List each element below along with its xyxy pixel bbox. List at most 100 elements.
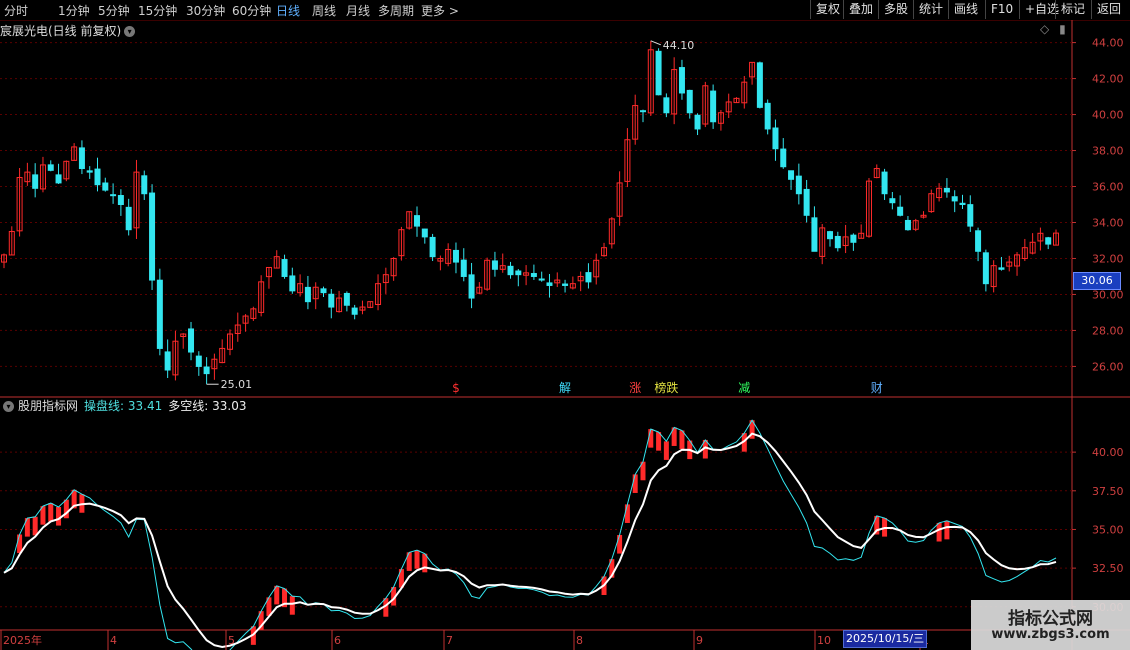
candle-body <box>47 164 54 171</box>
candle-body <box>795 175 802 195</box>
event-marker-5: 财 <box>871 381 883 395</box>
timeframe-4[interactable]: 30分钟 <box>186 2 225 19</box>
line2-value: 33.03 <box>212 399 247 413</box>
candle-body <box>663 97 670 114</box>
indicator-bar <box>663 441 669 460</box>
timeframe-0[interactable]: 分时 <box>4 2 28 19</box>
event-marker-3: 榜跌 <box>654 380 678 395</box>
candle-body <box>834 235 841 249</box>
date-label-6: 9 <box>696 634 703 647</box>
toolbar-button-7[interactable]: 标记 <box>1055 0 1090 19</box>
indicator-y-tick-label: 37.50 <box>1092 485 1124 498</box>
y-tick-label: 26.00 <box>1092 360 1124 373</box>
candle-body <box>55 174 62 184</box>
toolbar-button-5[interactable]: F10 <box>985 0 1018 19</box>
y-tick-label: 34.00 <box>1092 216 1124 229</box>
y-tick-label: 32.00 <box>1092 252 1124 265</box>
candle-body <box>889 198 896 204</box>
date-label-0: 2025年 <box>3 633 42 647</box>
toolbar-button-0[interactable]: 复权 <box>810 0 845 19</box>
candle-body <box>110 194 117 197</box>
candle-body <box>710 90 717 123</box>
candle-body <box>507 265 514 276</box>
timeframe-3[interactable]: 15分钟 <box>138 2 177 19</box>
candle-body <box>538 278 545 281</box>
diamond-icon[interactable]: ◇ <box>1040 22 1049 36</box>
candle-body <box>764 102 771 130</box>
candle-body <box>998 267 1005 270</box>
watermark-title: 指标公式网 <box>1008 609 1093 629</box>
line1-label: 操盘线: <box>84 399 125 413</box>
indicator-name: 股朋指标网 <box>18 399 79 413</box>
date-label-1: 4 <box>110 634 117 647</box>
candle-body <box>639 110 646 113</box>
indicator-bar <box>32 516 38 536</box>
candle-body <box>117 195 124 206</box>
high-marker-line <box>650 40 661 46</box>
candle-body <box>827 231 834 240</box>
timeframe-9[interactable]: 多周期 <box>378 2 414 19</box>
candle-body <box>515 270 522 276</box>
toolbar-button-8[interactable]: 返回 <box>1091 0 1126 19</box>
candle-body <box>943 187 950 193</box>
timeframe-5[interactable]: 60分钟 <box>232 2 271 19</box>
indicator-bar <box>56 507 62 526</box>
indicator-y-tick-label: 32.50 <box>1092 562 1124 575</box>
candle-body <box>188 328 195 353</box>
timeframe-1[interactable]: 1分钟 <box>58 2 90 19</box>
y-tick-label: 40.00 <box>1092 109 1124 122</box>
y-tick-label: 36.00 <box>1092 181 1124 194</box>
candle-body <box>546 282 553 286</box>
candle-body <box>78 147 85 170</box>
indicator-bar <box>944 520 950 540</box>
y-tick-label: 42.00 <box>1092 73 1124 86</box>
candle-body <box>304 286 311 303</box>
toolbar-button-4[interactable]: 画线 <box>948 0 983 19</box>
timeframe-2[interactable]: 5分钟 <box>98 2 130 19</box>
candle-body <box>343 292 350 306</box>
y-tick-label: 38.00 <box>1092 145 1124 158</box>
candle-body <box>351 307 358 315</box>
indicator-bar <box>624 504 630 523</box>
line2-label: 多空线: <box>168 399 209 413</box>
panel-icons: ◇ ▮ <box>1040 22 1066 36</box>
candle-body <box>289 275 296 292</box>
toolbar-button-2[interactable]: 多股 <box>878 0 913 19</box>
timeframe-8[interactable]: 月线 <box>346 2 370 19</box>
stock-title-row: 宸展光电(日线 前复权) ▾ <box>0 22 136 39</box>
current-price-tag: 30.06 <box>1073 272 1121 290</box>
panel-menu-icon[interactable]: ▮ <box>1059 22 1066 36</box>
candle-body <box>850 234 857 243</box>
candle-body <box>149 192 156 281</box>
chevron-down-icon[interactable]: ▾ <box>3 401 14 412</box>
date-label-5: 8 <box>576 634 583 647</box>
candle-body <box>897 206 904 216</box>
candle-body <box>959 202 966 206</box>
candle-body <box>881 171 888 195</box>
timeframe-10[interactable]: 更多 > <box>421 2 459 19</box>
timeframe-6[interactable]: 日线 <box>276 2 300 19</box>
candle-body <box>203 366 210 375</box>
timeframe-7[interactable]: 周线 <box>312 2 336 19</box>
watermark-url: www.zbgs3.com <box>991 627 1110 642</box>
candle-body <box>904 219 911 231</box>
candle-body <box>530 273 537 277</box>
candle-body <box>491 260 498 270</box>
indicator-bar <box>289 596 295 615</box>
candle-body <box>414 215 421 227</box>
toolbar-button-1[interactable]: 叠加 <box>843 0 878 19</box>
high-price-label: 44.10 <box>663 39 695 52</box>
toolbar-button-3[interactable]: 统计 <box>913 0 948 19</box>
candle-body <box>951 196 958 202</box>
event-marker-1: 解 <box>559 381 571 395</box>
indicator-bar <box>632 474 638 493</box>
candle-body <box>156 279 163 349</box>
candle-body <box>694 114 701 130</box>
chevron-down-icon[interactable]: ▾ <box>124 26 136 37</box>
candle-body <box>452 249 459 263</box>
chart-area[interactable]: 26.00 28.00 30.00 32.00 34.00 36.00 38.00 40.00… <box>0 20 1130 650</box>
candle-body <box>686 89 693 114</box>
indicator-bar <box>48 503 54 522</box>
date-label-2: 5 <box>228 634 235 647</box>
event-marker-4: 减 <box>738 381 750 395</box>
